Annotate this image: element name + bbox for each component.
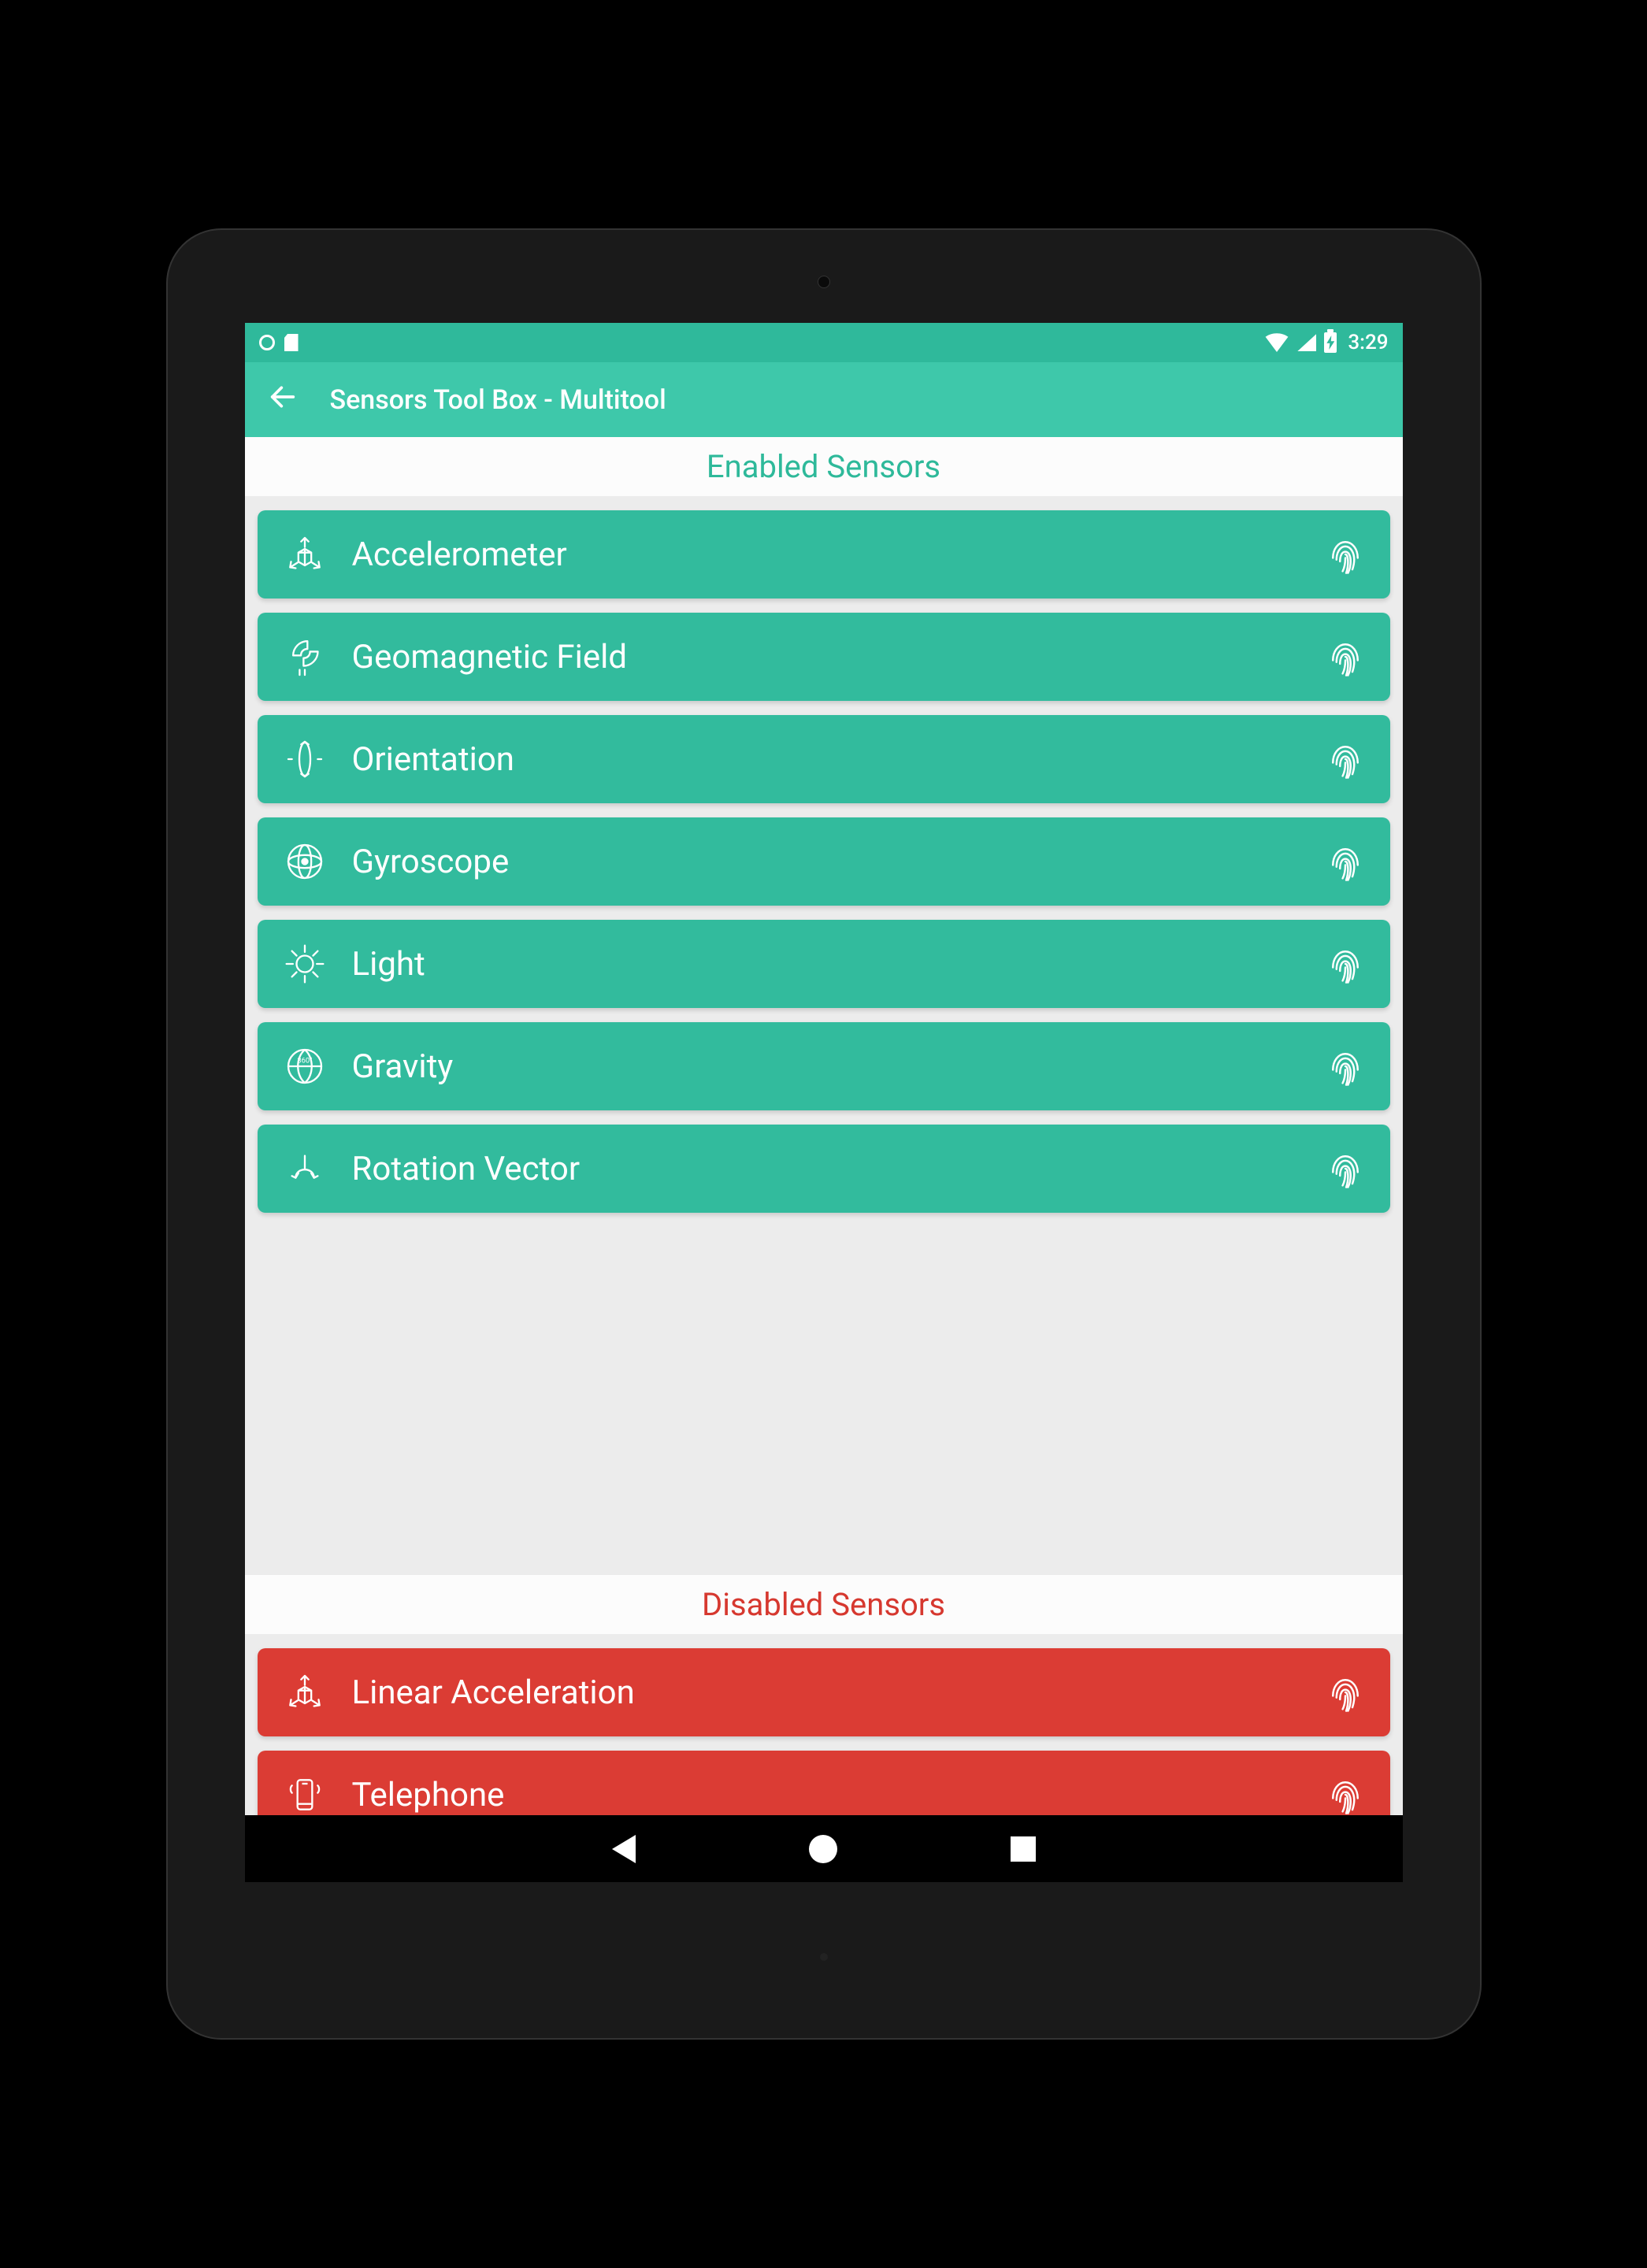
status-circle-icon: [259, 335, 275, 350]
tablet-camera: [818, 276, 830, 288]
status-bar: 3:29: [245, 323, 1403, 362]
scroll-region[interactable]: Enabled Sensors Accelerometer: [245, 437, 1403, 1815]
disabled-sensors-block: Disabled Sensors Linear Acceleration: [245, 1575, 1403, 1815]
sensor-card-light[interactable]: Light: [258, 920, 1390, 1008]
fingerprint-icon: [1324, 943, 1367, 985]
nav-home-button[interactable]: [809, 1835, 837, 1863]
sensor-card-geomagnetic[interactable]: Geomagnetic Field: [258, 613, 1390, 701]
fingerprint-icon: [1324, 1773, 1367, 1815]
sensor-label: Accelerometer: [352, 536, 1300, 574]
magnet-icon: [281, 633, 328, 680]
disabled-sensors-header: Disabled Sensors: [245, 1575, 1403, 1634]
fingerprint-icon: [1324, 1671, 1367, 1714]
telephone-icon: [281, 1771, 328, 1815]
fingerprint-icon: [1324, 738, 1367, 780]
fingerprint-icon: [1324, 840, 1367, 883]
enabled-sensors-header: Enabled Sensors: [245, 437, 1403, 496]
sensor-card-gravity[interactable]: 360° Gravity: [258, 1022, 1390, 1110]
status-time: 3:29: [1348, 331, 1388, 354]
sensor-label: Orientation: [352, 740, 1300, 779]
nav-back-button[interactable]: [612, 1835, 636, 1863]
fingerprint-icon: [1324, 1045, 1367, 1088]
sensor-card-rotation-vector[interactable]: Rotation Vector: [258, 1125, 1390, 1213]
sensor-label: Gyroscope: [352, 843, 1300, 881]
enabled-sensors-list: Accelerometer Geomagnetic Field: [245, 496, 1403, 1150]
fingerprint-icon: [1324, 636, 1367, 678]
sensor-card-accelerometer[interactable]: Accelerometer: [258, 510, 1390, 598]
sensor-label: Light: [352, 945, 1300, 984]
cell-signal-icon: [1297, 334, 1316, 351]
nav-recent-button[interactable]: [1011, 1836, 1036, 1862]
tablet-home-indicator: [820, 1953, 828, 1961]
wifi-icon: [1264, 333, 1289, 352]
sensor-label: Telephone: [352, 1776, 1300, 1814]
back-button[interactable]: [267, 381, 299, 418]
sensor-label: Geomagnetic Field: [352, 638, 1300, 676]
orientation-icon: [281, 736, 328, 783]
app-title: Sensors Tool Box - Multitool: [330, 384, 666, 416]
rotation-icon: [281, 1145, 328, 1192]
disabled-sensors-list: Linear Acceleration Telephone: [245, 1634, 1403, 1815]
navigation-bar: [245, 1815, 1403, 1882]
sensor-card-telephone[interactable]: Telephone: [258, 1751, 1390, 1815]
app-bar: Sensors Tool Box - Multitool: [245, 362, 1403, 437]
gyroscope-icon: [281, 838, 328, 885]
gravity-icon: 360°: [281, 1043, 328, 1090]
svg-text:360°: 360°: [297, 1056, 312, 1065]
accelerometer-icon: [281, 531, 328, 578]
battery-charging-icon: [1324, 332, 1337, 353]
sd-card-icon: [284, 334, 299, 351]
sensor-label: Linear Acceleration: [352, 1673, 1300, 1712]
sensor-card-gyroscope[interactable]: Gyroscope: [258, 817, 1390, 906]
arrow-left-icon: [267, 381, 299, 413]
accelerometer-icon: [281, 1669, 328, 1716]
sensor-card-orientation[interactable]: Orientation: [258, 715, 1390, 803]
sensor-card-linear-acceleration[interactable]: Linear Acceleration: [258, 1648, 1390, 1736]
sensor-label: Gravity: [352, 1047, 1300, 1086]
fingerprint-icon: [1324, 533, 1367, 576]
device-screen: 3:29 Sensors Tool Box - Multitool Enable…: [245, 323, 1403, 1882]
content-area[interactable]: Enabled Sensors Accelerometer: [245, 437, 1403, 1815]
fingerprint-icon: [1324, 1147, 1367, 1190]
tablet-frame: 3:29 Sensors Tool Box - Multitool Enable…: [166, 228, 1482, 2040]
light-icon: [281, 940, 328, 988]
sensor-label: Rotation Vector: [352, 1150, 1300, 1188]
